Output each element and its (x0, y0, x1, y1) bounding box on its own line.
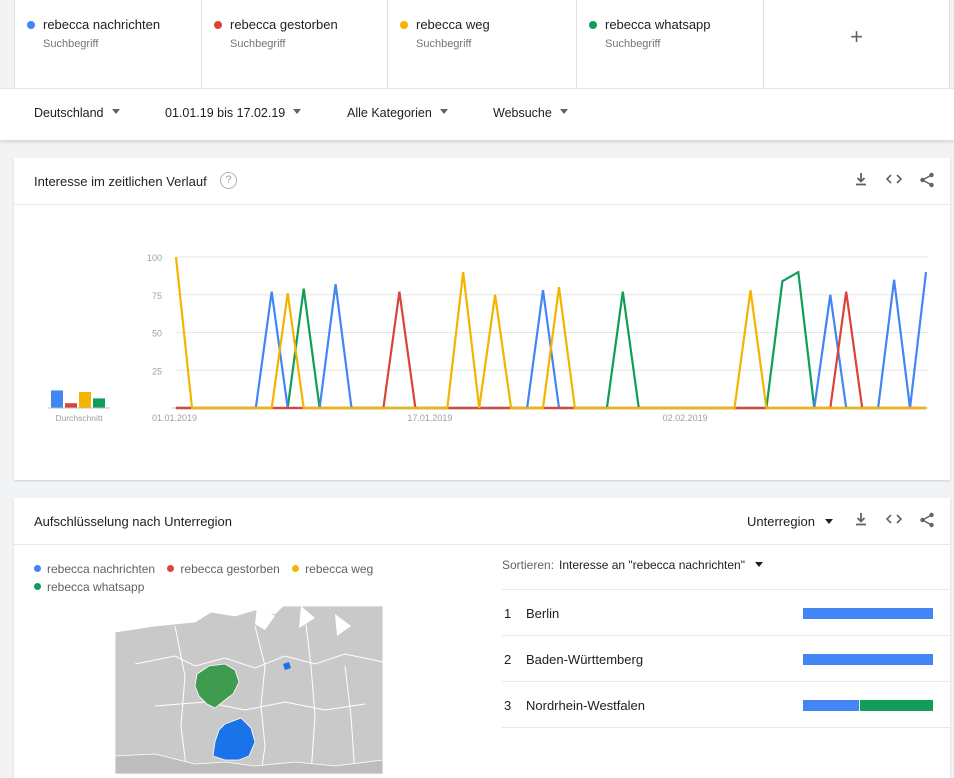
x-tick-label: 02.02.2019 (663, 413, 708, 423)
term-color-dot (27, 21, 35, 29)
average-bar (93, 398, 105, 408)
term-name[interactable]: rebecca whatsapp (605, 17, 711, 32)
category-filter[interactable]: Alle Kategorien (347, 106, 448, 120)
average-bar (51, 390, 63, 408)
term-subtitle: Suchbegriff (43, 38, 99, 50)
region-rank: 2 (504, 652, 512, 667)
subregion-view-select[interactable]: Unterregion (747, 514, 833, 529)
term-name[interactable]: rebecca gestorben (230, 17, 338, 32)
share-icon[interactable] (918, 512, 936, 530)
caret-down-icon (111, 109, 120, 115)
term-name[interactable]: rebecca weg (416, 17, 490, 32)
share-icon[interactable] (918, 172, 936, 190)
term-color-dot (400, 21, 408, 29)
card-header: Interesse im zeitlichen Verlauf ? (14, 158, 950, 205)
region-share-segment (803, 654, 933, 665)
region-filter[interactable]: Deutschland (34, 106, 120, 120)
average-label: Durchschnitt (55, 413, 103, 423)
region-share-bar (803, 608, 933, 619)
search-type-filter[interactable]: Websuche (493, 106, 568, 120)
map-legend: rebecca nachrichten rebecca gestorben re… (34, 560, 414, 596)
region-row[interactable]: 2 Baden-Württemberg (502, 635, 950, 681)
embed-icon[interactable] (885, 172, 903, 190)
x-tick-label: 01.01.2019 (152, 413, 197, 423)
search-term-1[interactable]: rebecca nachrichten Suchbegriff (15, 0, 202, 88)
term-name[interactable]: rebecca nachrichten (43, 17, 160, 32)
x-tick-label: 17.01.2019 (407, 413, 452, 423)
average-bar (65, 403, 77, 408)
legend-label: rebecca nachrichten (47, 562, 156, 576)
term-subtitle: Suchbegriff (605, 38, 661, 50)
y-tick-label: 25 (152, 366, 162, 376)
region-filter-label: Deutschland (34, 106, 104, 120)
legend-item: rebecca gestorben (167, 560, 280, 578)
date-range-label: 01.01.19 bis 17.02.19 (165, 106, 286, 120)
filter-bar: Deutschland 01.01.19 bis 17.02.19 Alle K… (0, 88, 954, 140)
legend-dot (34, 565, 41, 573)
region-name: Baden-Württemberg (526, 652, 644, 667)
region-share-bar (803, 654, 933, 665)
search-term-3[interactable]: rebecca weg Suchbegriff (388, 0, 577, 88)
download-icon[interactable] (852, 172, 870, 190)
legend-item: rebecca whatsapp (34, 578, 144, 596)
y-tick-label: 50 (152, 329, 162, 339)
embed-icon[interactable] (885, 512, 903, 530)
category-label: Alle Kategorien (347, 106, 432, 120)
add-term-button[interactable]: + (764, 0, 949, 88)
legend-item: rebecca nachrichten (34, 560, 155, 578)
download-icon[interactable] (852, 512, 870, 530)
caret-down-icon (755, 562, 763, 568)
region-row[interactable]: 3 Nordrhein-Westfalen (502, 681, 950, 728)
average-bar (79, 392, 91, 408)
region-share-segment (803, 608, 933, 619)
region-rank: 1 (504, 606, 512, 621)
caret-down-icon (559, 109, 568, 115)
term-color-dot (589, 21, 597, 29)
caret-down-icon (439, 109, 448, 115)
search-terms-bar: rebecca nachrichten Suchbegriff rebecca … (14, 0, 950, 88)
region-name: Berlin (526, 606, 560, 621)
legend-dot (292, 565, 300, 573)
legend-label: rebecca whatsapp (47, 580, 145, 594)
card-title: Interesse im zeitlichen Verlauf (34, 174, 207, 189)
card-title: Aufschlüsselung nach Unterregion (34, 514, 233, 529)
legend-dot (34, 583, 41, 591)
caret-down-icon (824, 519, 833, 525)
term-subtitle: Suchbegriff (416, 38, 472, 50)
region-share-bar (803, 700, 933, 711)
y-tick-label: 100 (147, 253, 162, 263)
sort-control[interactable]: Sortieren: Interesse an "rebecca nachrich… (502, 558, 763, 572)
legend-item: rebecca weg (292, 560, 373, 578)
sort-label: Sortieren: (502, 558, 555, 572)
region-share-segment (858, 700, 933, 711)
legend-dot (167, 565, 175, 573)
interest-over-time-card: Interesse im zeitlichen Verlauf ? 25 50 75… (14, 158, 950, 480)
subregion-view-label: Unterregion (747, 514, 815, 529)
legend-label: rebecca gestorben (180, 562, 280, 576)
region-row[interactable]: 1 Berlin (502, 589, 950, 635)
date-range-filter[interactable]: 01.01.19 bis 17.02.19 (165, 106, 302, 120)
germany-subregion-map[interactable] (115, 606, 383, 774)
search-term-4[interactable]: rebecca whatsapp Suchbegriff (577, 0, 764, 88)
search-term-2[interactable]: rebecca gestorben Suchbegriff (202, 0, 388, 88)
region-share-segment (803, 700, 859, 711)
y-tick-label: 75 (152, 291, 162, 301)
sort-value: Interesse an "rebecca nachrichten" (559, 558, 745, 572)
region-rank: 3 (504, 698, 512, 713)
plus-icon: + (850, 24, 863, 49)
legend-label: rebecca weg (305, 562, 374, 576)
search-type-label: Websuche (493, 106, 552, 120)
help-icon[interactable]: ? (220, 172, 237, 189)
interest-line-chart: 25 50 75 100 01.01.2019 17.01.2019 02.02.2019 D… (48, 253, 928, 423)
term-color-dot (214, 21, 222, 29)
subregion-card: Aufschlüsselung nach Unterregion Unterre… (14, 498, 950, 778)
caret-down-icon (293, 109, 302, 115)
card-header: Aufschlüsselung nach Unterregion Unterre… (14, 498, 950, 545)
term-subtitle: Suchbegriff (230, 38, 286, 50)
region-name: Nordrhein-Westfalen (526, 698, 645, 713)
